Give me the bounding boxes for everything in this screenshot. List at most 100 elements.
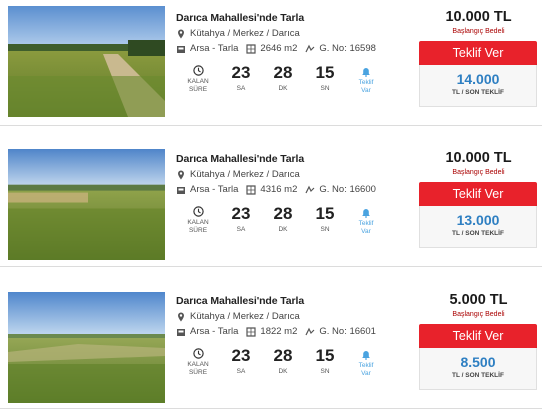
location-pin-icon: [176, 170, 186, 180]
area-icon: [246, 184, 257, 195]
bell-icon: [346, 350, 386, 360]
days-unit: SA: [236, 226, 246, 233]
starting-price-label: Başlangıç Bedeli: [452, 28, 505, 35]
property-type-icon: [176, 185, 186, 195]
countdown-hours: 28: [273, 63, 293, 82]
property-type-icon: [176, 44, 186, 54]
area: 1822 m2: [260, 326, 298, 337]
location-text: Kütahya / Merkez / Darıca: [190, 311, 300, 322]
days-unit: SA: [236, 85, 246, 92]
notify-line2: Var: [361, 370, 371, 377]
bid-exists-indicator: Teklif Var: [346, 346, 386, 378]
time-label: SÜRE: [188, 369, 208, 376]
listing-card[interactable]: Darıca Mahallesi'nde Tarla Kütahya / Mer…: [0, 0, 542, 126]
meta-row: Arsa - Tarla 2646 m2 G. No: 16598: [176, 43, 396, 54]
current-bid: 8.500: [460, 354, 496, 370]
current-bid: 14.000: [456, 71, 500, 87]
parcel-icon: [305, 327, 315, 337]
countdown-days: 23: [231, 346, 251, 365]
time-label: SÜRE: [188, 227, 208, 234]
listing-photo[interactable]: [8, 6, 165, 117]
starting-price: 10.000 TL: [445, 9, 512, 25]
price-panel: 10.000 TL Başlangıç Bedeli Teklif Ver 13…: [419, 149, 538, 248]
starting-price-label: Başlangıç Bedeli: [452, 169, 505, 176]
location-row: Kütahya / Merkez / Darıca: [176, 169, 396, 180]
area: 4316 m2: [260, 184, 298, 195]
starting-price: 5.000 TL: [449, 292, 508, 308]
area-icon: [246, 43, 257, 54]
days-unit: SA: [236, 368, 246, 375]
parcel-icon: [305, 185, 315, 195]
place-bid-button[interactable]: Teklif Ver: [419, 41, 537, 65]
hours-unit: DK: [278, 368, 288, 375]
countdown-hours: 28: [273, 346, 293, 365]
parcel-number: G. No: 16601: [319, 326, 376, 337]
countdown-hours: 28: [273, 204, 293, 223]
last-bid-label: TL / SON TEKLİF: [452, 372, 504, 379]
listing-card[interactable]: Darıca Mahallesi'nde Tarla Kütahya / Mer…: [0, 283, 542, 409]
bid-exists-indicator: Teklif Var: [346, 63, 386, 95]
countdown-timer: KALAN SÜRE 23 SA 28 DK 15 SN Teklif Var: [176, 63, 396, 107]
countdown-timer: KALAN SÜRE 23 SA 28 DK 15 SN Teklif Var: [176, 346, 396, 390]
notify-line1: Teklif: [358, 79, 374, 86]
listing-title[interactable]: Darıca Mahallesi'nde Tarla: [176, 12, 396, 24]
last-bid-label: TL / SON TEKLİF: [452, 230, 504, 237]
minutes-unit: SN: [320, 226, 330, 233]
countdown-minutes: 15: [315, 63, 335, 82]
starting-price-label: Başlangıç Bedeli: [452, 311, 505, 318]
property-type-icon: [176, 327, 186, 337]
parcel-number: G. No: 16600: [319, 184, 376, 195]
bell-icon: [346, 67, 386, 77]
notify-line1: Teklif: [358, 362, 374, 369]
starting-price: 10.000 TL: [445, 150, 512, 166]
price-panel: 10.000 TL Başlangıç Bedeli Teklif Ver 14…: [419, 8, 538, 107]
location-pin-icon: [176, 312, 186, 322]
notify-line2: Var: [361, 87, 371, 94]
area-icon: [246, 326, 257, 337]
listing-title[interactable]: Darıca Mahallesi'nde Tarla: [176, 153, 396, 165]
notify-line2: Var: [361, 228, 371, 235]
remaining-label: KALAN: [187, 78, 209, 85]
meta-row: Arsa - Tarla 4316 m2 G. No: 16600: [176, 184, 396, 195]
listing-title[interactable]: Darıca Mahallesi'nde Tarla: [176, 295, 396, 307]
listing-list: Darıca Mahallesi'nde Tarla Kütahya / Mer…: [0, 0, 542, 413]
bell-icon: [346, 208, 386, 218]
time-label: SÜRE: [188, 86, 208, 93]
listing-card[interactable]: Darıca Mahallesi'nde Tarla Kütahya / Mer…: [0, 141, 542, 267]
clock-icon: [176, 206, 220, 217]
countdown-timer: KALAN SÜRE 23 SA 28 DK 15 SN Teklif Var: [176, 204, 396, 248]
listing-photo[interactable]: [8, 149, 165, 261]
property-type: Arsa - Tarla: [190, 326, 239, 337]
area: 2646 m2: [260, 43, 298, 54]
hours-unit: DK: [278, 226, 288, 233]
clock-icon: [176, 348, 220, 359]
countdown-minutes: 15: [315, 346, 335, 365]
place-bid-button[interactable]: Teklif Ver: [419, 182, 537, 206]
property-type: Arsa - Tarla: [190, 43, 239, 54]
location-text: Kütahya / Merkez / Darıca: [190, 169, 300, 180]
minutes-unit: SN: [320, 85, 330, 92]
bid-exists-indicator: Teklif Var: [346, 204, 386, 236]
countdown-days: 23: [231, 204, 251, 223]
price-panel: 5.000 TL Başlangıç Bedeli Teklif Ver 8.5…: [419, 291, 538, 390]
location-pin-icon: [176, 29, 186, 39]
location-row: Kütahya / Merkez / Darıca: [176, 28, 396, 39]
current-bid-panel: 14.000 TL / SON TEKLİF: [419, 65, 537, 107]
remaining-label: KALAN: [187, 361, 209, 368]
parcel-number: G. No: 16598: [319, 43, 376, 54]
countdown-days: 23: [231, 63, 251, 82]
notify-line1: Teklif: [358, 220, 374, 227]
minutes-unit: SN: [320, 368, 330, 375]
meta-row: Arsa - Tarla 1822 m2 G. No: 16601: [176, 326, 396, 337]
location-text: Kütahya / Merkez / Darıca: [190, 28, 300, 39]
place-bid-button[interactable]: Teklif Ver: [419, 324, 537, 348]
hours-unit: DK: [278, 85, 288, 92]
listing-photo[interactable]: [8, 292, 165, 403]
countdown-minutes: 15: [315, 204, 335, 223]
current-bid: 13.000: [456, 212, 500, 228]
location-row: Kütahya / Merkez / Darıca: [176, 311, 396, 322]
current-bid-panel: 8.500 TL / SON TEKLİF: [419, 348, 537, 390]
current-bid-panel: 13.000 TL / SON TEKLİF: [419, 206, 537, 248]
remaining-label: KALAN: [187, 219, 209, 226]
property-type: Arsa - Tarla: [190, 184, 239, 195]
